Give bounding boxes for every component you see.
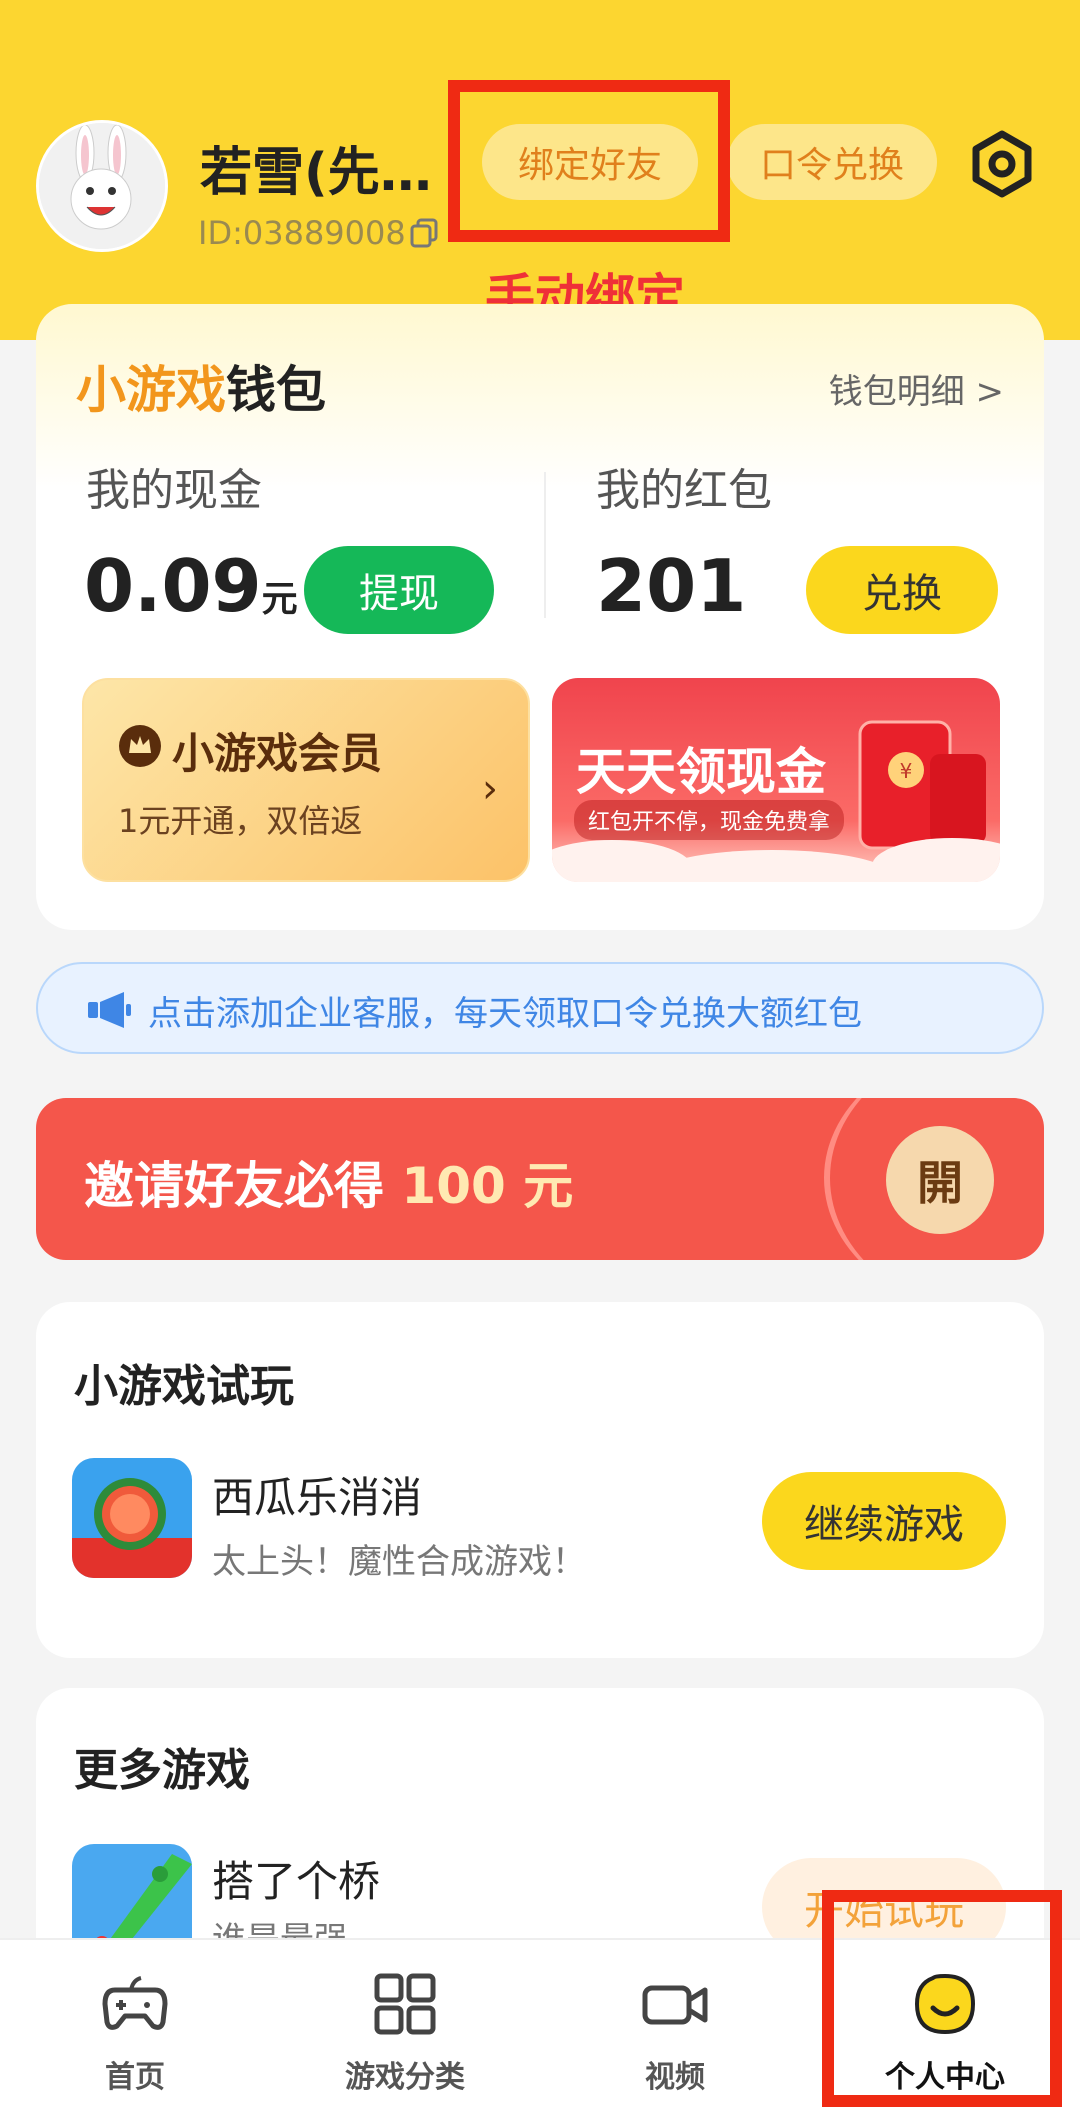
wallet-detail-link[interactable]: 钱包明细 > <box>829 364 1004 413</box>
trial-title: 小游戏试玩 <box>74 1361 294 1412</box>
wallet-title: 小游戏钱包 <box>76 361 326 419</box>
daily-cash-banner[interactable]: 天天领现金 红包开不停，现金免费拿 ¥ <box>552 678 1000 882</box>
redpacket-value: 201 <box>596 544 747 628</box>
invite-banner[interactable]: 邀请好友必得 100 元 開 <box>36 1098 1044 1260</box>
customer-service-notice[interactable]: 点击添加企业客服，每天领取口令兑换大额红包 <box>36 962 1044 1054</box>
chevron-right-icon: › <box>482 766 498 812</box>
settings-icon[interactable] <box>966 128 1038 200</box>
code-redeem-button[interactable]: 口令兑换 <box>727 124 937 200</box>
game-name-2: 搭了个桥 <box>212 1857 381 1906</box>
cash-label: 我的现金 <box>86 465 262 516</box>
crown-icon <box>119 725 161 767</box>
copy-icon[interactable] <box>410 218 438 248</box>
svg-text:¥: ¥ <box>900 759 913 783</box>
annotation-box-profile <box>822 1890 1062 2107</box>
cash-value: 0.09元 <box>84 544 298 628</box>
trial-games-card: 小游戏试玩 西瓜乐消消 太上头！魔性合成游戏！ 继续游戏 <box>36 1302 1044 1658</box>
wallet-card: 小游戏钱包 钱包明细 > 我的现金 0.09元 提现 我的红包 201 兑换 小… <box>36 304 1044 930</box>
more-title: 更多游戏 <box>74 1745 250 1796</box>
game-desc: 太上头！魔性合成游戏！ <box>212 1542 586 1582</box>
continue-game-button[interactable]: 继续游戏 <box>762 1472 1006 1570</box>
tab-home[interactable]: 首页 <box>0 1940 270 2109</box>
gamepad-icon <box>102 1976 168 2030</box>
divider <box>544 472 546 618</box>
vip-banner[interactable]: 小游戏会员 1元开通，双倍返 › <box>82 678 530 882</box>
redpacket-label: 我的红包 <box>596 465 772 516</box>
avatar[interactable] <box>36 120 168 252</box>
game-name: 西瓜乐消消 <box>212 1473 423 1522</box>
grid-icon <box>374 1973 436 2035</box>
tab-categories[interactable]: 游戏分类 <box>270 1940 540 2109</box>
tab-video[interactable]: 视频 <box>540 1940 810 2109</box>
invite-text: 邀请好友必得 100 元 <box>84 1157 574 1215</box>
user-id: ID:03889008 <box>198 214 406 252</box>
video-camera-icon <box>642 1985 708 2025</box>
user-name: 若雪(先… <box>200 143 432 203</box>
withdraw-button[interactable]: 提现 <box>304 546 494 634</box>
open-coin-button[interactable]: 開 <box>886 1126 994 1234</box>
annotation-box-bind <box>448 80 730 242</box>
cloud-decoration <box>552 838 1000 882</box>
watermelon-game-icon[interactable] <box>72 1458 192 1578</box>
megaphone-icon <box>88 992 131 1028</box>
exchange-button[interactable]: 兑换 <box>806 546 998 634</box>
